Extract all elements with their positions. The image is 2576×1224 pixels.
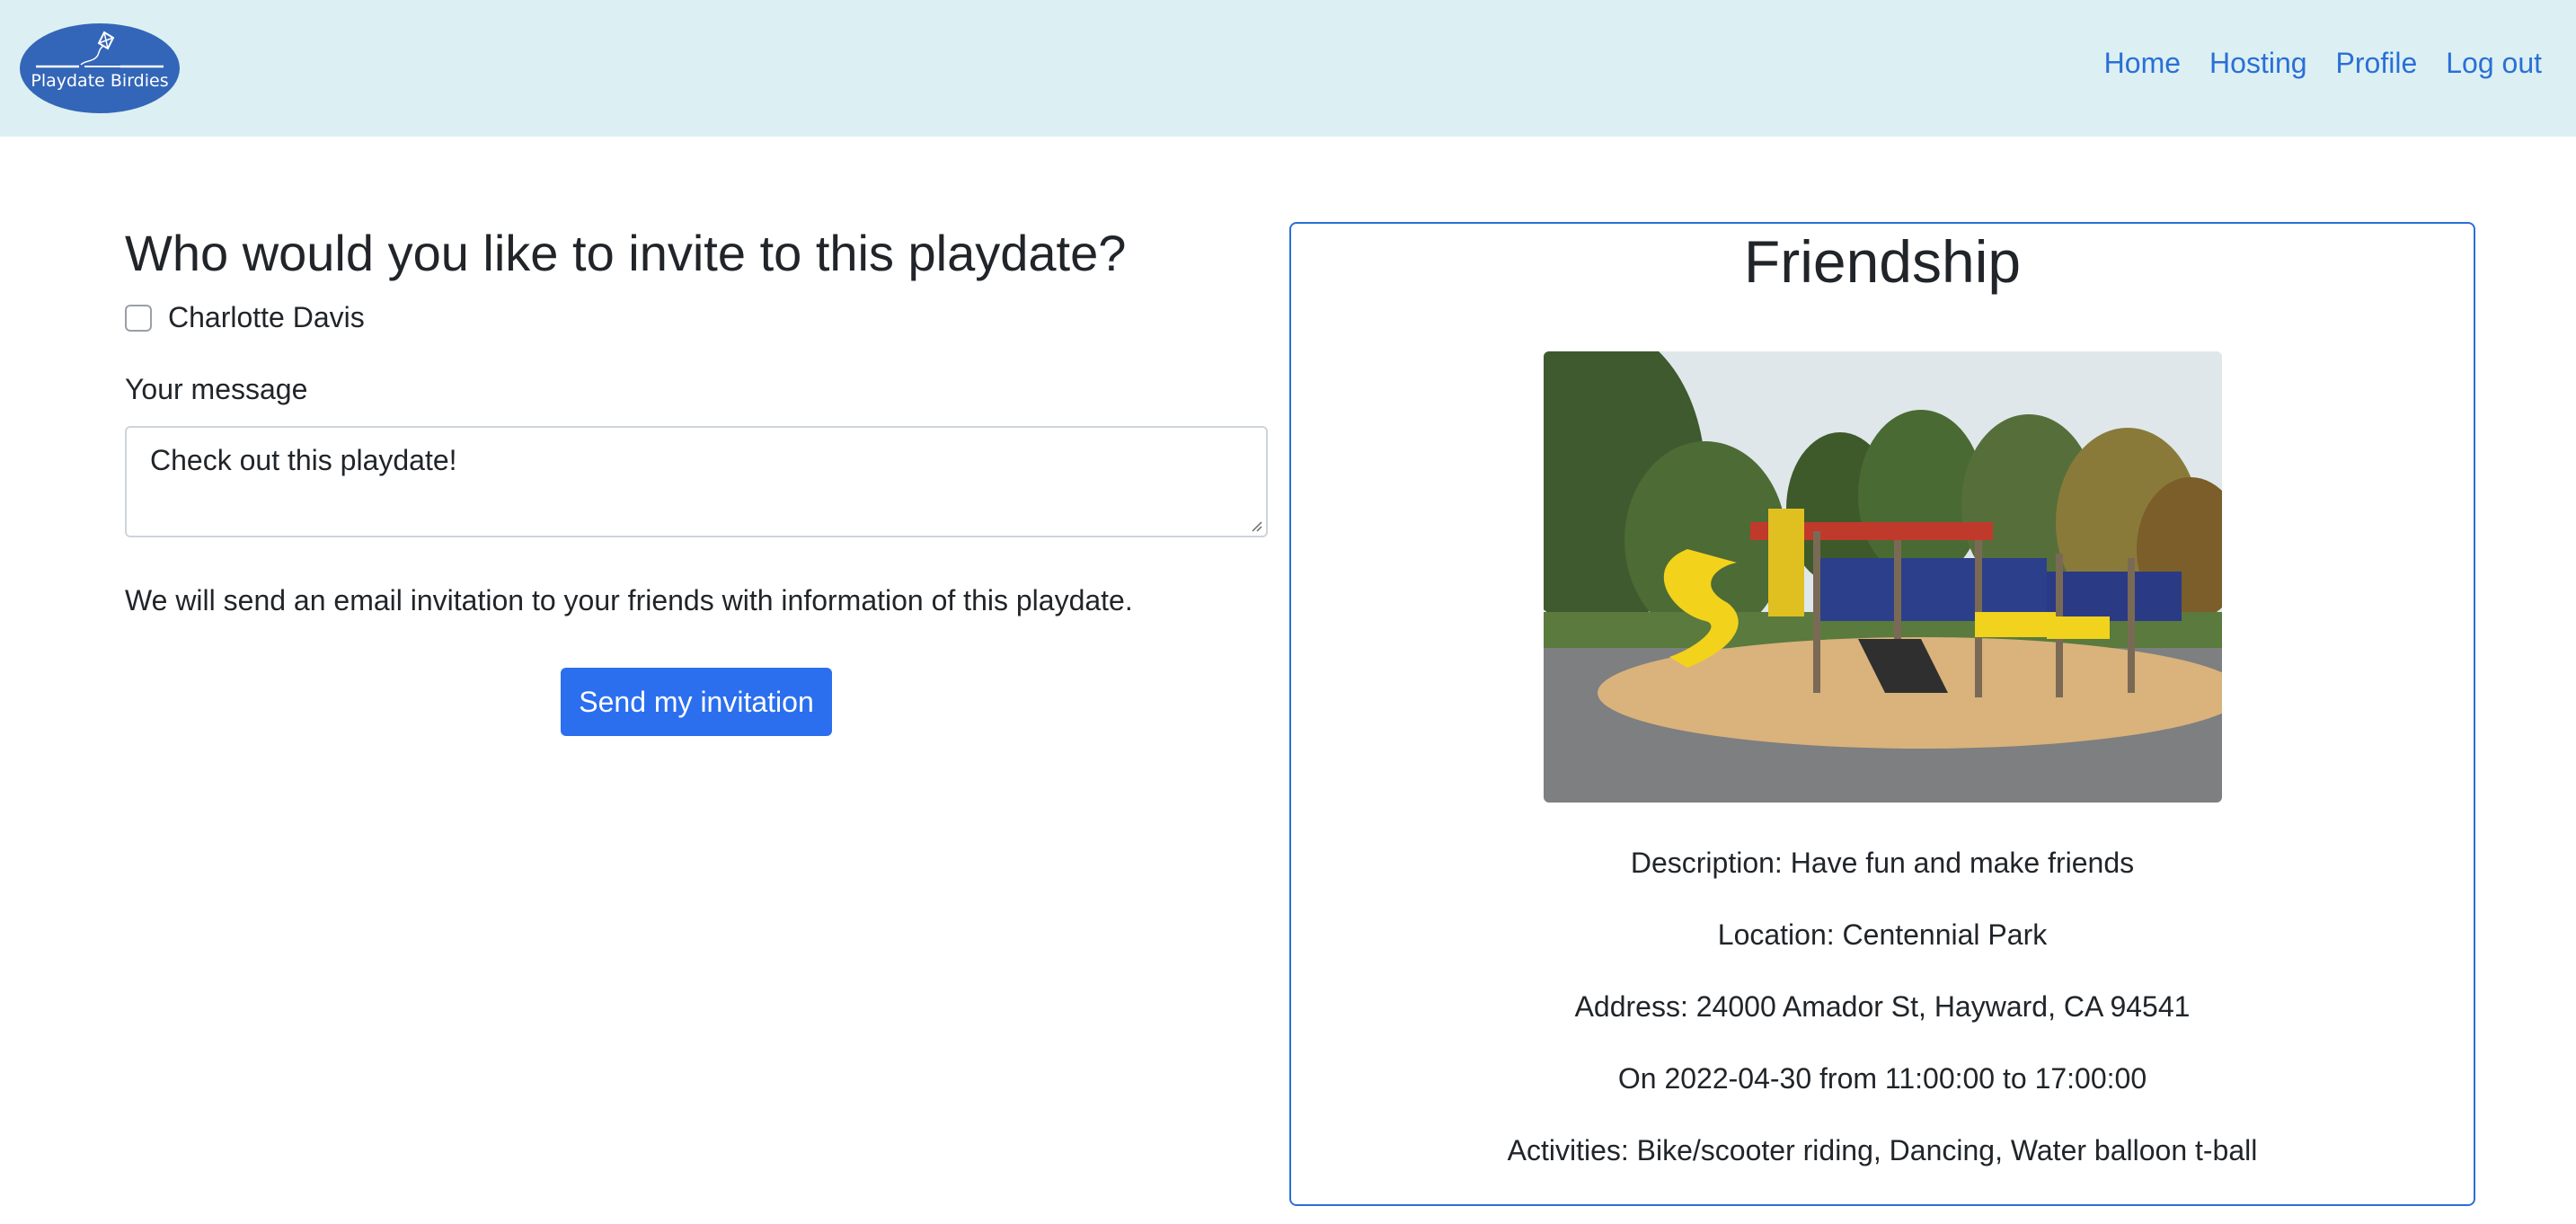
friend-name-label[interactable]: Charlotte Davis [168, 301, 365, 334]
navbar: Playdate Birdies Home Hosting Profile Lo… [0, 0, 2576, 137]
playdate-location: Location: Centennial Park [1717, 918, 2048, 951]
message-textarea[interactable]: Check out this playdate! [125, 426, 1268, 537]
logo[interactable]: Playdate Birdies [20, 23, 180, 113]
friend-option: Charlotte Davis [125, 301, 365, 334]
playdate-description: Description: Have fun and make friends [1630, 847, 2135, 879]
playground-photo [1544, 351, 2222, 803]
friend-checkbox[interactable] [125, 304, 152, 332]
nav-link-logout[interactable]: Log out [2446, 47, 2542, 80]
kite-icon [77, 31, 122, 67]
nav-link-profile[interactable]: Profile [2336, 47, 2418, 80]
logo-text: Playdate Birdies [31, 71, 169, 91]
playdate-title: Friendship [1743, 228, 2022, 295]
invite-title: Who would you like to invite to this pla… [125, 225, 1127, 281]
logo-lines-icon [36, 65, 164, 68]
send-invitation-button[interactable]: Send my invitation [561, 668, 832, 736]
nav-link-home[interactable]: Home [2104, 47, 2181, 80]
nav-links: Home Hosting Profile Log out [2104, 47, 2542, 80]
playdate-activities: Activities: Bike/scooter riding, Dancing… [1507, 1134, 2258, 1166]
resize-handle-icon[interactable] [1250, 519, 1262, 532]
playdate-address: Address: 24000 Amador St, Hayward, CA 94… [1574, 990, 2191, 1023]
invite-info-text: We will send an email invitation to your… [125, 584, 1133, 616]
message-label: Your message [125, 373, 308, 405]
nav-link-hosting[interactable]: Hosting [2209, 47, 2307, 80]
playdate-datetime: On 2022-04-30 from 11:00:00 to 17:00:00 [1617, 1062, 2147, 1095]
message-text: Check out this playdate! [150, 444, 457, 476]
playdate-card: Friendship Description: Have fun and mak… [1289, 222, 2475, 1206]
